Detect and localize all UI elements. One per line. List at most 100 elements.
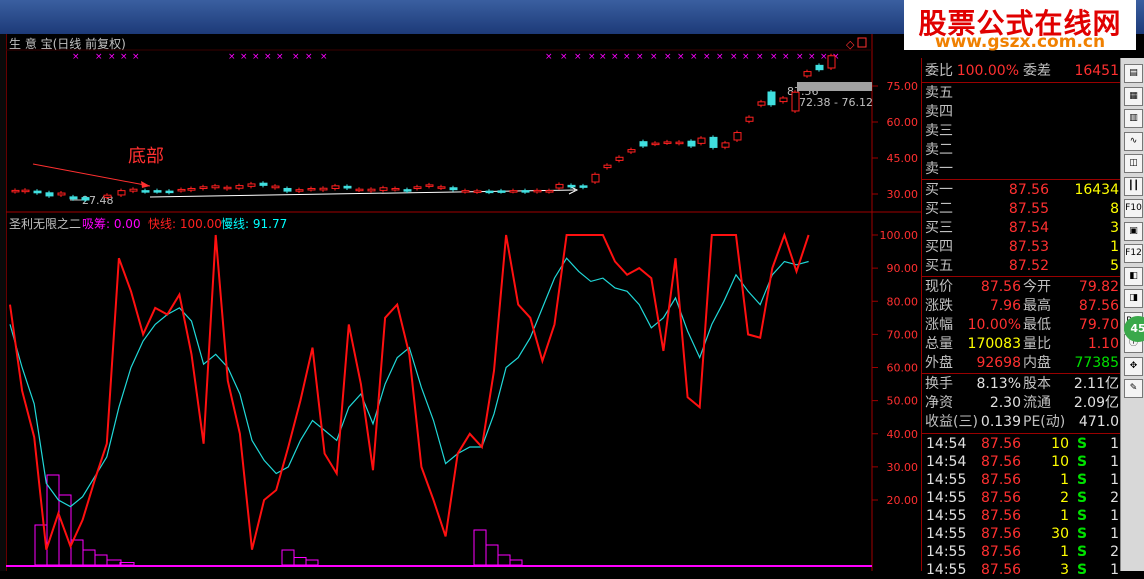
candle-body [403,189,412,192]
candle-body [319,187,328,191]
annotation-arrow-head [141,181,150,188]
fundamental-value: 2.09亿 [1073,395,1119,411]
tick-count: 2 [1110,490,1119,506]
sub-chart-button[interactable]: ◨ [1124,289,1143,308]
f10-button[interactable]: F10 [1124,199,1143,218]
tick-price: 87.56 [981,562,1022,578]
candle-body [745,116,754,122]
kline-button[interactable]: ┃┃ [1124,176,1143,196]
quote-stat-label: 外盘 [925,355,953,371]
indicator-legend-item: 吸筹: 0.00 [82,217,141,231]
candle-body [307,187,316,191]
signal-marker: × [95,52,103,62]
chart-area[interactable]: 生 意 宝(日线 前复权) ◇ 75.00 60.00 45.00 30.00 × × ×… [0,34,921,571]
fundamental-label: 净资 [925,395,953,411]
candle-body [33,190,42,194]
buy-level-row: 买三 87.54 3 [922,219,1121,237]
candle-body [81,197,90,201]
candle-body [627,149,636,153]
tick-row: 14:55 87.56 3 S 1 [922,561,1121,579]
indicator-legend-item: 慢线: 91.77 [221,217,287,231]
grid-button[interactable]: ▥ [1124,109,1143,128]
candle-body [199,186,208,189]
tick-count: 1 [1110,454,1119,470]
tick-price: 87.56 [981,472,1022,488]
accumulation-bar [509,559,523,566]
sell-level-label: 卖四 [925,104,953,120]
quote-stat-label: 总量 [925,336,953,352]
candle-body [521,190,530,193]
signal-marker: × [72,52,80,62]
quote-stat-row: 总量 170083 量比 1.10 [922,335,1121,353]
signal-marker: × [545,52,553,62]
tick-volume: 30 [1051,526,1069,542]
tick-price: 87.56 [981,544,1022,560]
tick-side: S [1077,436,1088,452]
candle-body [11,189,20,193]
indicator-legend: 吸筹: 0.00 快线: 100.00 慢线: 91.77 [82,217,287,231]
signal-marker: × [808,52,816,62]
tick-side: S [1077,472,1088,488]
tick-volume: 1 [1060,544,1069,560]
tick-volume: 3 [1060,562,1069,578]
buy-level-label: 买一 [925,182,953,198]
candle-body [709,136,718,148]
candle-body [675,141,684,145]
table-button[interactable]: ▦ [1124,86,1143,106]
tick-side: S [1077,562,1088,578]
notification-badge[interactable]: 45 [1124,316,1144,342]
quote-stat-label: 今开 [1023,279,1051,295]
quote-stat-value: 87.56 [980,279,1021,295]
quote-stat-value: 79.70 [1078,317,1119,333]
indicator-tick-label: 70.00 [887,328,919,341]
weicha-label: 委差 [1023,63,1051,79]
sell-level-label: 卖三 [925,123,953,139]
diamond-icon: ◇ [846,38,855,51]
stats-button[interactable]: ▣ [1124,221,1143,241]
accumulation-bar [119,562,135,566]
bottom-annotation: 底部 [128,146,164,167]
tick-count: 2 [1110,544,1119,560]
buy-level-volume: 5 [1110,258,1119,274]
indicator-y-axis: 100.00 90.00 80.00 70.00 60.00 50.00 40.00 30.0… [872,229,918,507]
candle-body [615,156,624,161]
side-toolbar: ▤▦▥∿◫┃┃F10▣F12◧◨RSIⓘ✥✎ [1120,58,1144,571]
candle-body [117,190,126,196]
fundamental-row: 净资 2.30 流通 2.09亿 [922,394,1121,412]
signal-markers: × × × × × × × × × × × × × × × × × × × × × × × × × × × × × × × × × × × × [72,52,840,62]
signal-marker: × [320,52,328,62]
candle-body [177,188,186,192]
candle-body [497,190,506,193]
fast-line-series [9,231,810,551]
indicator-tick-label: 80.00 [887,295,919,308]
quote-stat-label: 涨幅 [925,317,953,333]
buy-level-price: 87.53 [1008,239,1049,255]
signal-marker: × [690,52,698,62]
tick-time: 14:55 [926,508,967,524]
minute-chart-button[interactable]: ◫ [1124,154,1143,173]
buy-level-row: 买五 87.52 5 [922,257,1121,275]
accumulation-bar [94,554,108,566]
buy-level-price: 87.52 [1008,258,1049,274]
move-button[interactable]: ✥ [1124,356,1143,376]
tick-time: 14:54 [926,454,967,470]
f12-button[interactable]: F12 [1124,244,1143,263]
signal-marker: × [588,52,596,62]
tick-side: S [1077,490,1088,506]
indicator-tick-label: 100.00 [880,229,919,242]
buy-level-label: 买四 [925,239,953,255]
indicator-button[interactable]: ◧ [1124,266,1143,286]
buy-level-row: 买一 87.56 16434 [922,181,1121,199]
candle-body [603,164,612,169]
signal-marker: × [228,52,236,62]
candle-body [57,192,66,196]
buy-level-label: 买五 [925,258,953,274]
weibi-label: 委比 [925,63,953,79]
page-button[interactable]: ▤ [1124,64,1143,83]
line-chart-button[interactable]: ∿ [1124,131,1143,151]
candle-body [187,187,196,191]
indicator-tick-label: 20.00 [887,494,919,507]
fundamental-label: 股本 [1023,376,1051,392]
draw-button[interactable]: ✎ [1124,379,1143,398]
signal-marker: × [611,52,619,62]
